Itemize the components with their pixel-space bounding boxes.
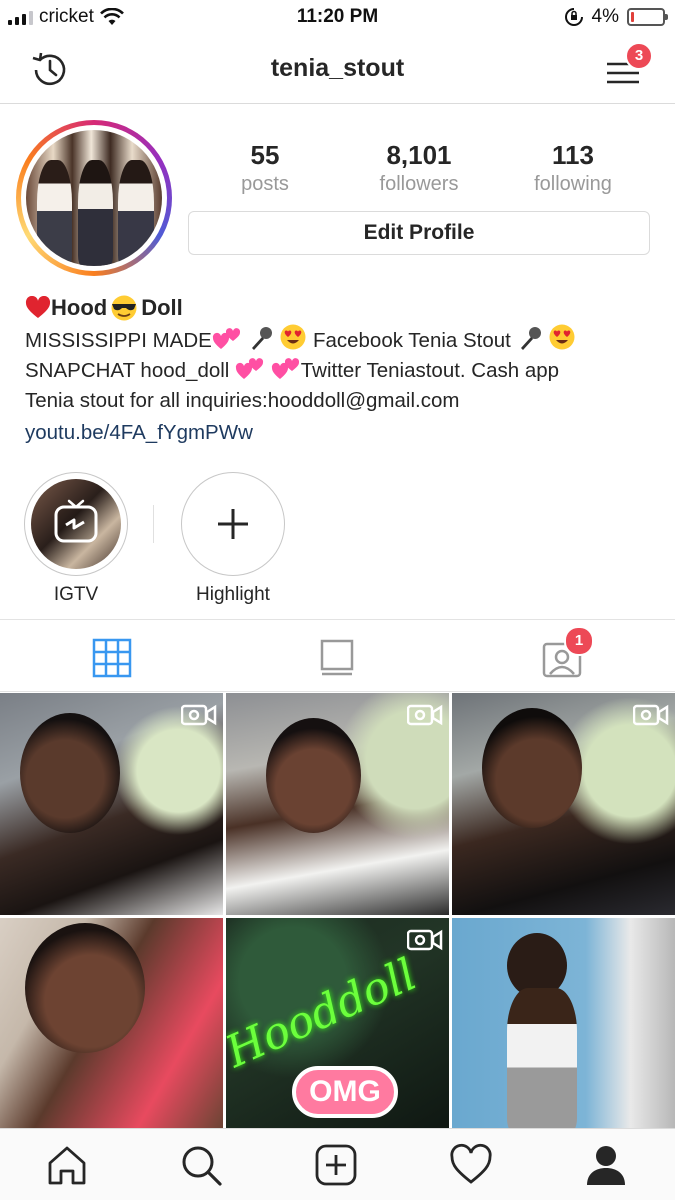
menu-button[interactable]: 3 bbox=[603, 42, 653, 92]
edit-profile-button[interactable]: Edit Profile bbox=[188, 211, 650, 255]
heart-eyes-face-icon bbox=[280, 324, 306, 350]
avatar-photo bbox=[26, 130, 162, 266]
profile-avatar[interactable] bbox=[16, 120, 172, 276]
photo-grid: Hooddoll OMG bbox=[0, 693, 675, 1129]
profile-icon[interactable] bbox=[584, 1143, 628, 1187]
new-highlight-circle bbox=[181, 472, 285, 576]
profile-navbar: tenia_stout 3 bbox=[0, 36, 675, 104]
video-camera-icon bbox=[633, 704, 669, 726]
microphone-icon bbox=[520, 327, 541, 350]
battery-icon bbox=[627, 8, 668, 26]
grid-post[interactable] bbox=[452, 693, 675, 915]
grid-view-icon[interactable] bbox=[92, 638, 132, 678]
following-stat[interactable]: 113 following bbox=[496, 140, 650, 196]
grid-post[interactable] bbox=[452, 918, 675, 1129]
grid-post[interactable] bbox=[226, 693, 449, 915]
posts-stat[interactable]: 55 posts bbox=[188, 140, 342, 196]
highlight-label: Highlight bbox=[196, 584, 270, 605]
profile-stats: 55 posts 8,101 followers 113 following bbox=[188, 140, 650, 196]
igtv-icon bbox=[54, 499, 98, 543]
battery-percent: 4% bbox=[591, 6, 619, 27]
grid-post[interactable] bbox=[0, 693, 223, 915]
two-hearts-icon bbox=[271, 358, 299, 379]
grid-post[interactable] bbox=[0, 918, 223, 1129]
following-label: following bbox=[534, 173, 612, 195]
two-hearts-icon bbox=[235, 358, 264, 379]
posts-count: 55 bbox=[250, 140, 280, 170]
heart-eyes-face-icon bbox=[549, 324, 575, 350]
status-bar: cricket 11:20 PM 4% bbox=[0, 0, 675, 36]
grid-post[interactable]: Hooddoll OMG bbox=[226, 918, 449, 1129]
red-heart-icon bbox=[25, 296, 51, 318]
posts-label: posts bbox=[241, 173, 289, 195]
microphone-icon bbox=[251, 327, 272, 350]
highlight-new[interactable]: Highlight bbox=[181, 472, 285, 606]
bio-line-1: MISSISSIPPI MADE Facebook Tenia Stout bbox=[25, 323, 655, 356]
followers-count: 8,101 bbox=[386, 140, 452, 170]
two-hearts-icon bbox=[212, 328, 240, 349]
orientation-lock-icon bbox=[564, 8, 583, 26]
omg-sticker: OMG bbox=[292, 1066, 398, 1118]
igtv-highlight-circle bbox=[24, 472, 128, 576]
highlight-igtv[interactable]: IGTV bbox=[24, 472, 128, 606]
bio-line-3: Tenia stout for all inquiries:hooddoll@g… bbox=[25, 389, 460, 412]
highlights-divider bbox=[153, 505, 154, 543]
home-icon[interactable] bbox=[45, 1143, 89, 1187]
profile-username: tenia_stout bbox=[270, 54, 405, 82]
following-count: 113 bbox=[552, 140, 594, 170]
tagged-notification-badge: 1 bbox=[564, 626, 594, 656]
bio-website-link[interactable]: youtu.be/4FA_fYgmPWw bbox=[25, 418, 655, 448]
display-name: Hood Doll bbox=[25, 293, 655, 323]
hooddoll-script-text: Hooddoll bbox=[226, 949, 424, 1078]
video-camera-icon bbox=[407, 704, 443, 726]
profile-tabs: 1 bbox=[0, 619, 675, 692]
menu-notification-badge: 3 bbox=[625, 42, 653, 70]
sunglasses-face-icon bbox=[111, 295, 137, 321]
igtv-label: IGTV bbox=[53, 584, 99, 605]
followers-stat[interactable]: 8,101 followers bbox=[342, 140, 496, 196]
search-icon[interactable] bbox=[179, 1143, 223, 1187]
profile-bio: Hood Doll MISSISSIPPI MADE Facebook Teni… bbox=[25, 293, 655, 448]
bottom-navigation bbox=[0, 1128, 675, 1200]
new-post-icon[interactable] bbox=[314, 1143, 358, 1187]
bio-line-2: SNAPCHAT hood_doll Twitter Teniastout. C… bbox=[25, 358, 560, 382]
list-view-icon[interactable] bbox=[318, 638, 358, 678]
video-camera-icon bbox=[407, 929, 443, 951]
activity-heart-icon[interactable] bbox=[449, 1143, 493, 1187]
plus-icon bbox=[218, 509, 248, 539]
followers-label: followers bbox=[379, 173, 459, 195]
video-camera-icon bbox=[181, 704, 217, 726]
